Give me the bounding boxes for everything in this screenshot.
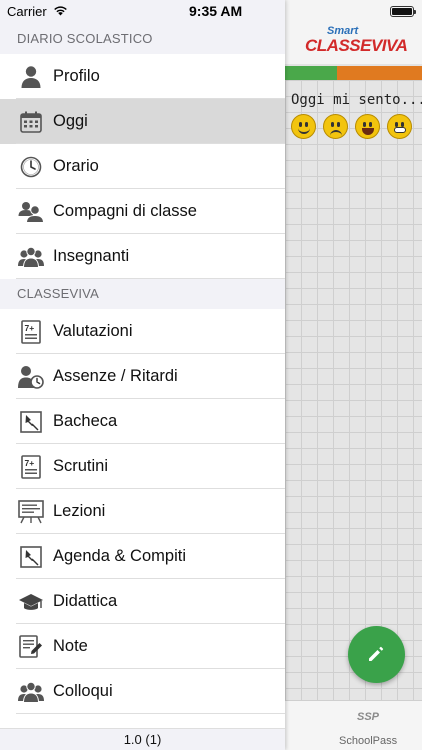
menu-item-compagni[interactable]: Compagni di classe <box>0 189 285 234</box>
status-bar: Carrier 9:35 AM <box>0 0 285 24</box>
section-header-classeviva: CLASSEVIVA <box>0 279 285 309</box>
schoolpass-icon[interactable]: SSP <box>357 711 379 723</box>
drawer-menu: DIARIO SCOLASTICO Profilo Oggi Orario Co… <box>0 24 285 714</box>
navigation-drawer: Carrier 9:35 AM DIARIO SCOLASTICO Profil… <box>0 0 285 750</box>
person-icon <box>18 64 44 90</box>
happy-smiley-icon[interactable] <box>291 114 316 139</box>
menu-item-oggi[interactable]: Oggi <box>0 99 285 144</box>
grid-paper <box>285 80 422 700</box>
wifi-icon <box>54 6 67 16</box>
menu-item-label: Profilo <box>53 67 100 85</box>
menu-item-scrutini[interactable]: 7+ Scrutini <box>0 444 285 489</box>
menu-item-label: Valutazioni <box>53 322 133 340</box>
menu-item-colloqui[interactable]: Colloqui <box>0 669 285 714</box>
laughing-smiley-icon[interactable] <box>355 114 380 139</box>
classeviva-logo: Smart CLASSEVIVA <box>305 25 417 55</box>
meeting-icon <box>18 679 44 705</box>
menu-item-bacheca[interactable]: Bacheca <box>0 399 285 444</box>
edit-fab-button[interactable] <box>348 626 405 683</box>
graduation-cap-icon <box>18 589 44 615</box>
menu-item-label: Scrutini <box>53 457 109 475</box>
tab-bar: SSP SchoolPass <box>285 700 422 750</box>
menu-item-label: Bacheca <box>53 412 118 430</box>
menu-item-lezioni[interactable]: Lezioni <box>0 489 285 534</box>
classmates-icon <box>18 199 44 225</box>
menu-item-label: Didattica <box>53 592 118 610</box>
pin-agenda-icon <box>18 544 44 570</box>
menu-item-agenda[interactable]: Agenda & Compiti <box>0 534 285 579</box>
menu-item-profilo[interactable]: Profilo <box>0 54 285 99</box>
grimacing-smiley-icon[interactable] <box>387 114 412 139</box>
menu-item-label: Lezioni <box>53 502 106 520</box>
menu-item-orario[interactable]: Orario <box>0 144 285 189</box>
menu-item-assenze[interactable]: Assenze / Ritardi <box>0 354 285 399</box>
teachers-icon <box>18 244 44 270</box>
background-header: Smart CLASSEVIVA <box>285 0 422 64</box>
menu-item-label: Colloqui <box>53 682 113 700</box>
progress-bar-green <box>285 66 337 80</box>
menu-item-label: Agenda & Compiti <box>53 547 186 565</box>
menu-item-label: Orario <box>53 157 99 175</box>
note-edit-icon <box>18 634 44 660</box>
menu-item-valutazioni[interactable]: 7+ Valutazioni <box>0 309 285 354</box>
pencil-icon <box>369 646 384 661</box>
version-footer: 1.0 (1) <box>0 728 285 750</box>
menu-item-label: Assenze / Ritardi <box>53 367 178 385</box>
grade-icon: 7+ <box>18 319 44 345</box>
svg-text:7+: 7+ <box>25 323 35 333</box>
sad-smiley-icon[interactable] <box>323 114 348 139</box>
section-header-diario: DIARIO SCOLASTICO <box>0 24 285 54</box>
menu-item-didattica[interactable]: Didattica <box>0 579 285 624</box>
battery-icon <box>390 6 416 17</box>
blackboard-icon <box>18 499 44 525</box>
menu-item-note[interactable]: Note <box>0 624 285 669</box>
menu-item-label: Compagni di classe <box>53 202 197 220</box>
clock-icon <box>18 154 44 180</box>
carrier-label: Carrier <box>7 4 47 19</box>
tab-schoolpass[interactable]: SchoolPass <box>339 735 397 747</box>
mood-prompt: Oggi mi sento... <box>291 92 422 108</box>
svg-text:7+: 7+ <box>25 458 35 468</box>
menu-item-label: Note <box>53 637 88 655</box>
background-app: Smart CLASSEVIVA Oggi mi sento... SSP Sc… <box>285 0 422 750</box>
status-time: 9:35 AM <box>189 3 243 19</box>
progress-bar-orange <box>337 66 422 80</box>
logo-classeviva-text: CLASSEVIVA <box>305 36 408 55</box>
menu-item-label: Insegnanti <box>53 247 130 265</box>
pin-board-icon <box>18 409 44 435</box>
report-card-icon: 7+ <box>18 454 44 480</box>
menu-item-label: Oggi <box>53 112 88 130</box>
menu-item-insegnanti[interactable]: Insegnanti <box>0 234 285 279</box>
absence-clock-icon <box>18 364 44 390</box>
calendar-icon <box>18 109 44 135</box>
